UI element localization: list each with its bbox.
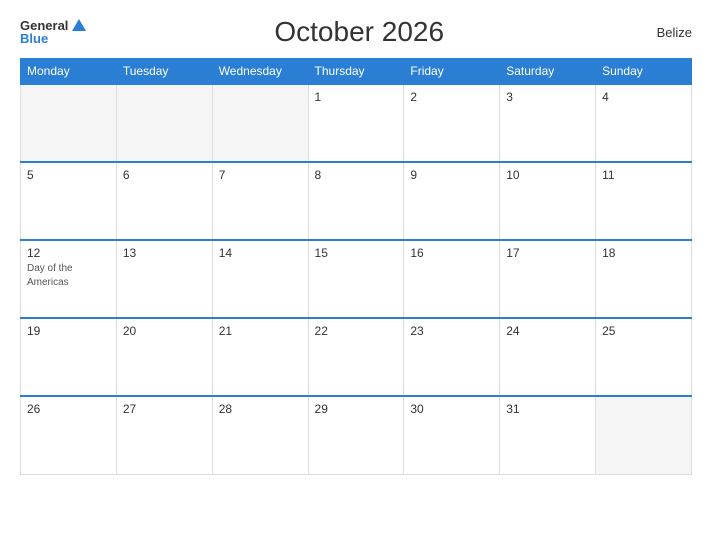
table-row: 8 xyxy=(308,162,404,240)
day-number: 7 xyxy=(219,168,302,182)
col-saturday: Saturday xyxy=(500,59,596,85)
day-number: 14 xyxy=(219,246,302,260)
table-row xyxy=(21,84,117,162)
header: General Blue October 2026 Belize xyxy=(20,16,692,48)
table-row: 18 xyxy=(596,240,692,318)
country-label: Belize xyxy=(632,25,692,40)
col-monday: Monday xyxy=(21,59,117,85)
day-number: 1 xyxy=(315,90,398,104)
table-row xyxy=(596,396,692,474)
calendar-page: General Blue October 2026 Belize Monday … xyxy=(0,0,712,550)
table-row: 28 xyxy=(212,396,308,474)
day-number: 6 xyxy=(123,168,206,182)
calendar-week-row: 56789 10 11 xyxy=(21,162,692,240)
table-row: 6 xyxy=(116,162,212,240)
table-row: 16 xyxy=(404,240,500,318)
day-number: 15 xyxy=(315,246,398,260)
table-row: 30 xyxy=(404,396,500,474)
weekday-header-row: Monday Tuesday Wednesday Thursday Friday… xyxy=(21,59,692,85)
logo: General Blue xyxy=(20,19,86,45)
day-number: 20 xyxy=(123,324,206,338)
table-row: 2 xyxy=(404,84,500,162)
day-number: 3 xyxy=(506,90,589,104)
table-row: 12 Day of the Americas xyxy=(21,240,117,318)
day-number: 17 xyxy=(506,246,589,260)
col-wednesday: Wednesday xyxy=(212,59,308,85)
col-thursday: Thursday xyxy=(308,59,404,85)
day-number: 24 xyxy=(506,324,589,338)
col-sunday: Sunday xyxy=(596,59,692,85)
table-row: 25 xyxy=(596,318,692,396)
day-number: 16 xyxy=(410,246,493,260)
table-row: 23 xyxy=(404,318,500,396)
day-number: 21 xyxy=(219,324,302,338)
table-row: 9 xyxy=(404,162,500,240)
table-row xyxy=(116,84,212,162)
col-tuesday: Tuesday xyxy=(116,59,212,85)
table-row: 10 xyxy=(500,162,596,240)
day-number: 28 xyxy=(219,402,302,416)
table-row: 14 xyxy=(212,240,308,318)
table-row: 13 xyxy=(116,240,212,318)
table-row: 27 xyxy=(116,396,212,474)
day-number: 12 xyxy=(27,246,110,260)
day-number: 25 xyxy=(602,324,685,338)
table-row: 22 xyxy=(308,318,404,396)
calendar-week-row: 19 20 21 22 23 24 25 xyxy=(21,318,692,396)
table-row: 11 xyxy=(596,162,692,240)
table-row: 17 xyxy=(500,240,596,318)
col-friday: Friday xyxy=(404,59,500,85)
day-number: 2 xyxy=(410,90,493,104)
table-row: 26 xyxy=(21,396,117,474)
day-number: 23 xyxy=(410,324,493,338)
table-row: 4 xyxy=(596,84,692,162)
calendar-event: Day of the Americas xyxy=(27,263,73,288)
calendar-title: October 2026 xyxy=(86,16,632,48)
day-number: 9 xyxy=(410,168,493,182)
day-number: 31 xyxy=(506,402,589,416)
day-number: 5 xyxy=(27,168,110,182)
day-number: 19 xyxy=(27,324,110,338)
calendar-week-row: 26 27 28 29 30 31 xyxy=(21,396,692,474)
table-row: 19 xyxy=(21,318,117,396)
table-row: 7 xyxy=(212,162,308,240)
day-number: 10 xyxy=(506,168,589,182)
table-row: 3 xyxy=(500,84,596,162)
table-row: 24 xyxy=(500,318,596,396)
table-row xyxy=(212,84,308,162)
table-row: 20 xyxy=(116,318,212,396)
logo-triangle-icon xyxy=(72,19,86,31)
day-number: 13 xyxy=(123,246,206,260)
day-number: 22 xyxy=(315,324,398,338)
calendar-week-row: 12 Day of the Americas 13 14 15 16 17 18 xyxy=(21,240,692,318)
table-row: 1 xyxy=(308,84,404,162)
calendar-week-row: 1234 xyxy=(21,84,692,162)
day-number: 26 xyxy=(27,402,110,416)
table-row: 31 xyxy=(500,396,596,474)
table-row: 21 xyxy=(212,318,308,396)
table-row: 15 xyxy=(308,240,404,318)
table-row: 29 xyxy=(308,396,404,474)
day-number: 30 xyxy=(410,402,493,416)
day-number: 11 xyxy=(602,168,685,182)
day-number: 8 xyxy=(315,168,398,182)
calendar-table: Monday Tuesday Wednesday Thursday Friday… xyxy=(20,58,692,475)
day-number: 29 xyxy=(315,402,398,416)
table-row: 5 xyxy=(21,162,117,240)
day-number: 27 xyxy=(123,402,206,416)
day-number: 18 xyxy=(602,246,685,260)
logo-blue-text: Blue xyxy=(20,32,86,45)
day-number: 4 xyxy=(602,90,685,104)
